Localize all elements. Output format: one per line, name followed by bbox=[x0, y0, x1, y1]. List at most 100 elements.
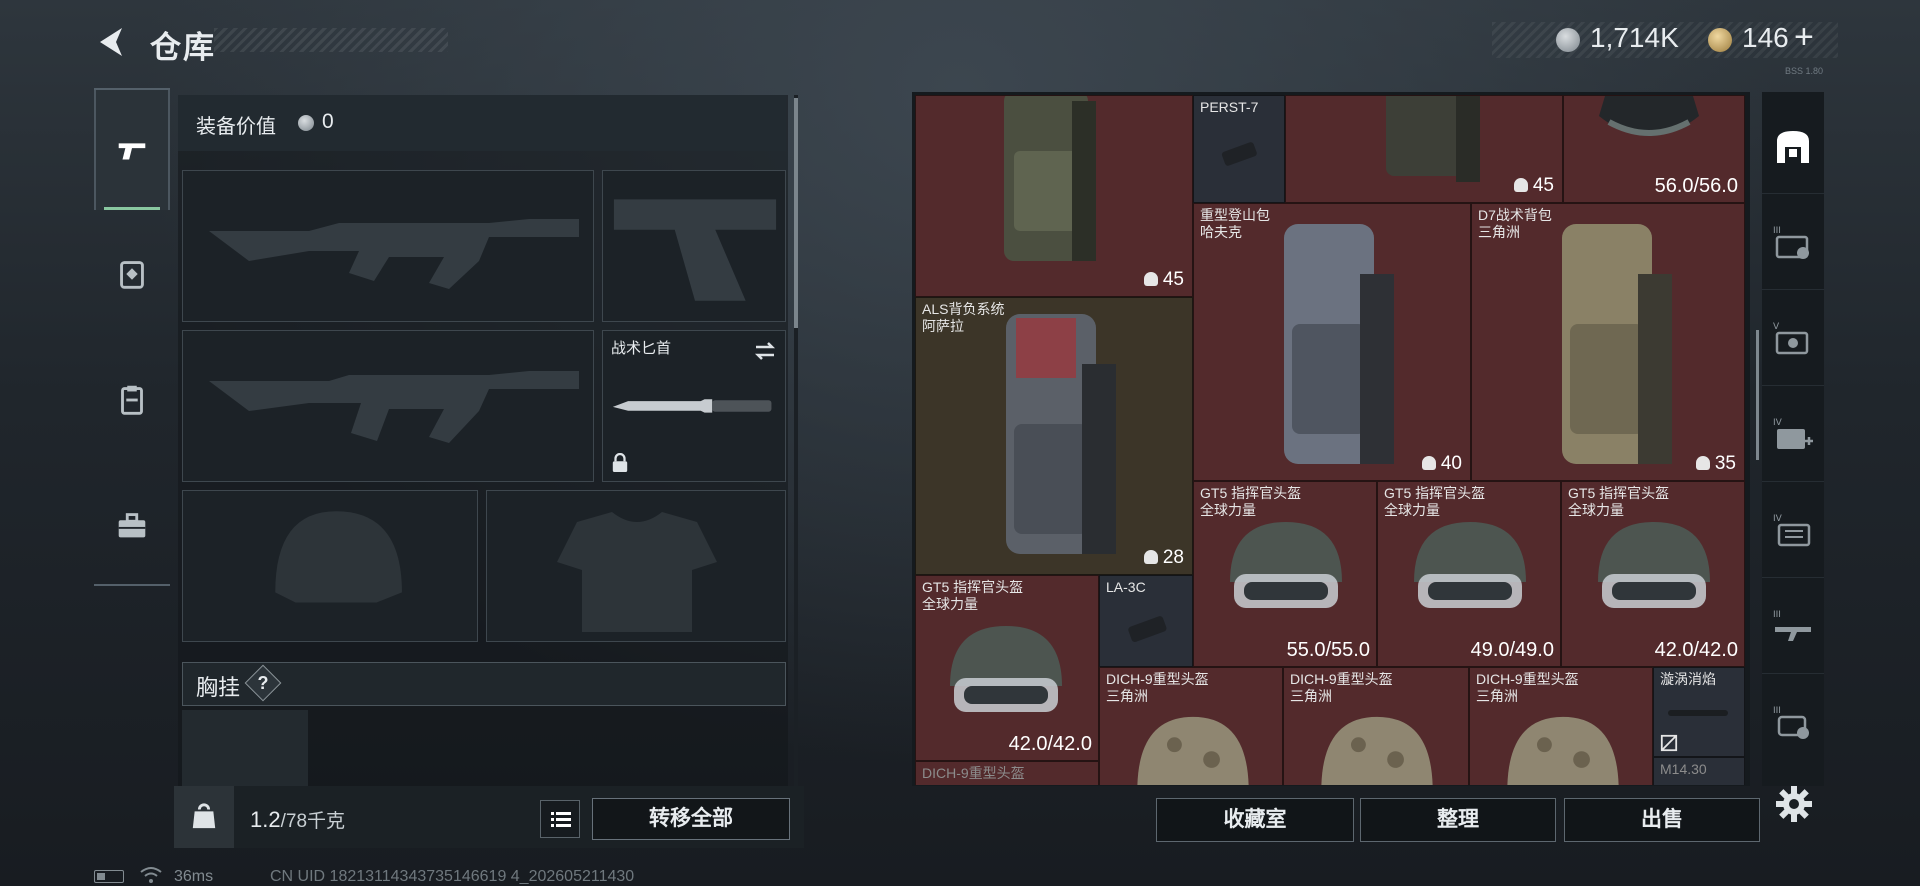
backpack-item[interactable]: D7战术背包 三角洲 35 bbox=[1471, 203, 1745, 481]
knife-icon bbox=[612, 399, 772, 413]
backpack-item[interactable]: ALS背负系统 阿萨拉 28 bbox=[915, 297, 1193, 575]
item-quantity: 45 bbox=[1513, 175, 1554, 197]
user-uid: CN UID 18213114343735146619 4_2026052114… bbox=[270, 868, 635, 885]
helmet-item[interactable]: DICH-9重型头盔 三角洲 bbox=[1099, 667, 1283, 785]
helmet-icon bbox=[1137, 716, 1249, 785]
primary-weapon-slot[interactable] bbox=[182, 170, 594, 322]
attachment-item[interactable]: 漩涡消焰 bbox=[1653, 667, 1745, 757]
pistol-icon bbox=[118, 143, 146, 160]
tab-keycard-v[interactable]: V bbox=[1762, 292, 1824, 386]
inventory-grid: 45 PERST-7 45 56.0/56.0 重型登山包 哈夫克 40 D7战… bbox=[915, 95, 1745, 785]
item-name: DICH-9重型头盔 bbox=[922, 765, 1025, 781]
helmet-item[interactable]: 56.0/56.0 bbox=[1563, 95, 1745, 203]
helmet-icon bbox=[1598, 522, 1710, 608]
weight-current: 1.2 bbox=[250, 807, 281, 832]
svg-text:III: III bbox=[1773, 610, 1781, 620]
back-arrow-icon[interactable] bbox=[92, 22, 132, 62]
item-name: DICH-9重型头盔 三角洲 bbox=[1290, 671, 1393, 704]
folder-icon: IV bbox=[1773, 514, 1811, 546]
list-icon bbox=[551, 812, 571, 827]
helmet-icon bbox=[1507, 716, 1619, 785]
sort-button[interactable]: 整理 bbox=[1360, 798, 1556, 842]
pistol-silhouette-icon bbox=[613, 199, 777, 301]
backpack-icon bbox=[1006, 314, 1116, 554]
server-note: BSS 1.80 bbox=[1785, 66, 1824, 76]
helmet-icon bbox=[1230, 522, 1342, 608]
knife-slot[interactable]: 战术匕首 bbox=[602, 330, 786, 482]
tab-rifle-iii[interactable]: III bbox=[1762, 580, 1824, 674]
add-currency-button[interactable]: + bbox=[1794, 18, 1814, 57]
svg-text:IV: IV bbox=[1773, 418, 1783, 428]
page-title: 仓库 bbox=[150, 30, 216, 65]
battery-level bbox=[97, 873, 105, 880]
helmet-item[interactable]: GT5 指挥官头盔 全球力量 42.0/42.0 bbox=[1561, 481, 1745, 667]
title-decoration bbox=[214, 28, 448, 52]
helmet-silhouette-icon bbox=[275, 511, 402, 603]
tab-tools[interactable] bbox=[94, 466, 170, 586]
transfer-all-button[interactable]: 转移全部 bbox=[592, 798, 790, 840]
gold-balance: 146 bbox=[1742, 22, 1789, 53]
tab-medbox-iv[interactable]: IV bbox=[1762, 388, 1824, 482]
tab-containers[interactable] bbox=[94, 340, 170, 460]
armor-slot[interactable] bbox=[486, 490, 786, 642]
silver-coin-icon bbox=[1556, 28, 1580, 52]
tab-safe[interactable] bbox=[1762, 100, 1824, 194]
rifle-silhouette-icon bbox=[209, 371, 579, 443]
silver-coin-icon bbox=[298, 115, 314, 131]
device-icon bbox=[1128, 616, 1167, 642]
backpack-item[interactable]: 45 bbox=[1285, 95, 1563, 203]
secondary-weapon-slot[interactable] bbox=[182, 330, 594, 482]
helmet-item[interactable]: GT5 指挥官头盔 全球力量 42.0/42.0 bbox=[915, 575, 1099, 761]
helmet-icon bbox=[1414, 522, 1526, 608]
chest-rig-label: 胸挂 bbox=[196, 675, 241, 700]
list-view-button[interactable] bbox=[540, 800, 580, 838]
backpack-icon bbox=[1562, 224, 1672, 464]
svg-text:III: III bbox=[1773, 226, 1781, 236]
weight-icon bbox=[1513, 178, 1528, 192]
silver-balance: 1,714K bbox=[1590, 22, 1679, 53]
backpack-item[interactable]: 45 bbox=[915, 95, 1193, 297]
rifle-icon: III bbox=[1773, 610, 1811, 641]
item-name: GT5 指挥官头盔 全球力量 bbox=[922, 579, 1024, 612]
equipment-scrollbar-thumb[interactable] bbox=[794, 98, 798, 328]
helmet-item[interactable]: DICH-9重型头盔 bbox=[915, 761, 1099, 785]
helmet-item[interactable]: GT5 指挥官头盔 全球力量 55.0/55.0 bbox=[1193, 481, 1377, 667]
helmet-slot[interactable] bbox=[182, 490, 478, 642]
tab-hand-iii[interactable]: III bbox=[1762, 676, 1824, 770]
clipboard-icon bbox=[121, 385, 143, 415]
item-quantity: 40 bbox=[1421, 453, 1462, 475]
helmet-item[interactable]: DICH-9重型头盔 三角洲 bbox=[1469, 667, 1653, 785]
tab-supplies[interactable] bbox=[94, 214, 170, 334]
device-item[interactable]: LA-3C bbox=[1099, 575, 1193, 667]
inventory-scrollbar-thumb[interactable] bbox=[1756, 330, 1759, 460]
item-name: D7战术背包 三角洲 bbox=[1478, 207, 1552, 240]
device-item[interactable]: PERST-7 bbox=[1193, 95, 1285, 203]
backpack-item[interactable]: 重型登山包 哈夫克 40 bbox=[1193, 203, 1471, 481]
item-quantity: 45 bbox=[1143, 269, 1184, 291]
pistol-slot[interactable] bbox=[602, 170, 786, 322]
gold-coin-icon bbox=[1708, 28, 1732, 52]
tab-folder-iv[interactable]: IV bbox=[1762, 484, 1824, 578]
wifi-icon bbox=[140, 867, 162, 883]
helmet-item[interactable]: DICH-9重型头盔 三角洲 bbox=[1283, 667, 1469, 785]
swap-icon[interactable] bbox=[753, 339, 777, 363]
medkit-icon bbox=[120, 261, 144, 289]
weight-lock-button[interactable] bbox=[174, 786, 234, 848]
item-quantity: 35 bbox=[1695, 453, 1736, 475]
weight-readout: 1.2/78千克 bbox=[250, 806, 345, 833]
collection-room-button[interactable]: 收藏室 bbox=[1156, 798, 1354, 842]
attachment-item[interactable]: M14.30 bbox=[1653, 757, 1745, 785]
backpack-icon bbox=[1004, 96, 1096, 261]
tab-keycard-iii[interactable]: III bbox=[1762, 196, 1824, 290]
rifle-silhouette-icon bbox=[209, 219, 579, 289]
ping-readout: 36ms bbox=[174, 868, 214, 885]
chest-rig-slot[interactable] bbox=[182, 710, 308, 790]
sell-button[interactable]: 出售 bbox=[1564, 798, 1760, 842]
item-name: M14.30 bbox=[1660, 761, 1707, 777]
gear-icon[interactable] bbox=[1774, 784, 1814, 824]
tab-weapons[interactable] bbox=[94, 90, 170, 210]
item-durability: 42.0/42.0 bbox=[1654, 639, 1738, 661]
helmet-item[interactable]: GT5 指挥官头盔 全球力量 49.0/49.0 bbox=[1377, 481, 1561, 667]
item-name: PERST-7 bbox=[1200, 99, 1259, 115]
no-attach-icon bbox=[1660, 734, 1678, 752]
